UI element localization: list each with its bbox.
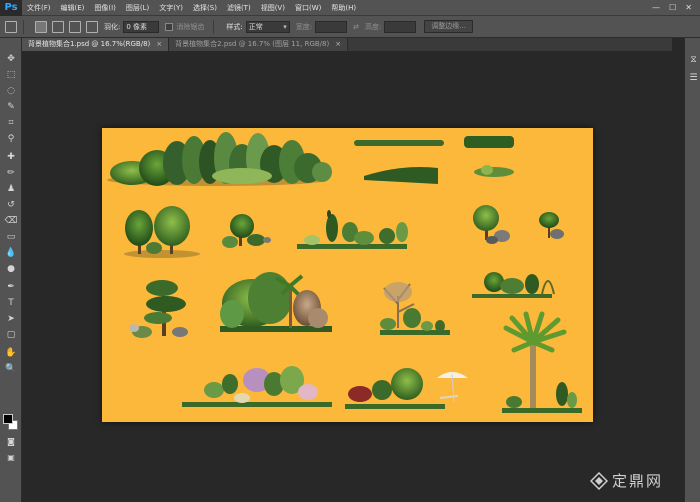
move-icon[interactable]: ✥: [3, 52, 19, 66]
quick-mask-icon[interactable]: ◙: [3, 434, 19, 448]
trees-with-rocks: [473, 205, 564, 244]
history-brush-icon[interactable]: ↺: [3, 198, 19, 212]
bare-tree-bed: [380, 282, 450, 335]
style-select[interactable]: 正常: [245, 20, 290, 33]
tools-panel: ✥ ⬚ ◌ ✎ ⌗ ⚲ ✚ ✏ ♟ ↺ ⌫ ▭ 💧 ● ✒ T ➤ ▢ ✋ 🔍 …: [0, 38, 22, 502]
document-tabs: 背景植物集合1.psd @ 16.7%(RGB/8) × 背景植物集合2.psd…: [22, 38, 672, 51]
foreground-color-swatch[interactable]: [3, 414, 13, 424]
umbrella-garden: [345, 368, 468, 409]
antialias-checkbox[interactable]: [165, 22, 174, 31]
properties-panel-icon[interactable]: ☰: [688, 72, 699, 83]
add-selection-icon[interactable]: [52, 20, 64, 33]
maximize-button[interactable]: ☐: [669, 3, 676, 12]
options-divider: [23, 19, 24, 34]
tree-group-left: [124, 206, 200, 258]
watermark: 定鼎网: [590, 470, 663, 491]
tab-label: 背景植物集合2.psd @ 16.7% (图层 11, RGB/8): [175, 40, 330, 48]
menu-bar: Ps 文件(F) 编辑(E) 图像(I) 图层(L) 文字(Y) 选择(S) 滤…: [0, 0, 700, 16]
width-label: 宽度:: [295, 22, 313, 31]
width-input[interactable]: [315, 20, 348, 33]
dodge-icon[interactable]: ●: [3, 262, 19, 276]
window-controls: — ☐ ✕: [652, 3, 700, 12]
feather-label: 羽化:: [104, 22, 121, 31]
blur-icon[interactable]: 💧: [3, 246, 19, 260]
flowering-shrub-bed: [182, 366, 332, 407]
antialias-label: 消除锯齿: [176, 22, 205, 31]
menu-filter[interactable]: 滤镜(T): [222, 0, 256, 16]
zoom-icon[interactable]: 🔍: [3, 362, 19, 376]
pine-tree-with-rocks: [129, 280, 188, 338]
eraser-icon[interactable]: ⌫: [3, 214, 19, 228]
close-icon[interactable]: ×: [335, 38, 341, 51]
options-divider: [213, 19, 215, 34]
menu-type[interactable]: 文字(Y): [154, 0, 188, 16]
hedge-strips: [354, 136, 514, 184]
menu-edit[interactable]: 编辑(E): [56, 0, 90, 16]
screen-mode-icon[interactable]: ▣: [3, 450, 19, 464]
hand-icon[interactable]: ✋: [3, 346, 19, 360]
brush-icon[interactable]: ✏: [3, 166, 19, 180]
document-canvas[interactable]: [102, 128, 593, 422]
shrub-bed: [297, 210, 408, 249]
shrub-with-grass: [472, 272, 555, 298]
forest-cluster: [107, 132, 332, 186]
pen-icon[interactable]: ✒: [3, 280, 19, 294]
refine-edge-button[interactable]: 调整边缘...: [424, 20, 473, 33]
healing-brush-icon[interactable]: ✚: [3, 150, 19, 164]
close-icon[interactable]: ×: [156, 38, 162, 51]
crop-icon[interactable]: ⌗: [3, 116, 19, 130]
subtract-selection-icon[interactable]: [69, 20, 81, 33]
bonsai-tree: [222, 214, 271, 248]
rectangle-icon[interactable]: ▢: [3, 328, 19, 342]
photoshop-logo: Ps: [0, 0, 22, 16]
tab-label: 背景植物集合1.psd @ 16.7%(RGB/8): [28, 40, 151, 48]
gradient-icon[interactable]: ▭: [3, 230, 19, 244]
lasso-icon[interactable]: ◌: [3, 84, 19, 98]
photoshop-window: Ps 文件(F) 编辑(E) 图像(I) 图层(L) 文字(Y) 选择(S) 滤…: [0, 0, 700, 502]
history-panel-icon[interactable]: ⧖: [688, 54, 699, 65]
height-input[interactable]: [384, 20, 417, 33]
path-select-icon[interactable]: ➤: [3, 312, 19, 326]
forest-island: [220, 272, 332, 332]
menu-window[interactable]: 窗口(W): [290, 0, 326, 16]
height-label: 高度:: [364, 22, 382, 31]
options-bar: 羽化: 0 像素 消除锯齿 样式: 正常 宽度: ⇄ 高度: 调整边缘...: [0, 16, 700, 38]
eyedropper-icon[interactable]: ⚲: [3, 132, 19, 146]
menu-layer[interactable]: 图层(L): [121, 0, 154, 16]
right-panel-dock: ⧖ ☰: [684, 38, 700, 502]
style-label: 样式:: [226, 22, 243, 31]
intersect-selection-icon[interactable]: [86, 20, 98, 33]
menu-help[interactable]: 帮助(H): [326, 0, 361, 16]
marquee-preset-icon[interactable]: [5, 20, 17, 33]
new-selection-icon[interactable]: [35, 20, 47, 33]
menu-select[interactable]: 选择(S): [188, 0, 222, 16]
feather-input[interactable]: 0 像素: [123, 20, 160, 33]
quick-select-icon[interactable]: ✎: [3, 100, 19, 114]
palm-tree: [502, 311, 582, 413]
menu-file[interactable]: 文件(F): [22, 0, 56, 16]
tab-document-2[interactable]: 背景植物集合2.psd @ 16.7% (图层 11, RGB/8) ×: [169, 38, 349, 51]
menu-view[interactable]: 视图(V): [256, 0, 290, 16]
canvas-artwork: [107, 132, 582, 413]
clone-stamp-icon[interactable]: ♟: [3, 182, 19, 196]
marquee-icon[interactable]: ⬚: [3, 68, 19, 82]
watermark-logo-icon: [590, 471, 608, 490]
swap-icon[interactable]: ⇄: [353, 23, 359, 31]
tab-document-1[interactable]: 背景植物集合1.psd @ 16.7%(RGB/8) ×: [22, 38, 170, 51]
close-button[interactable]: ✕: [685, 3, 692, 12]
watermark-text: 定鼎网: [612, 472, 664, 490]
minimize-button[interactable]: —: [652, 3, 660, 12]
menu-image[interactable]: 图像(I): [89, 0, 121, 16]
type-icon[interactable]: T: [3, 296, 19, 310]
